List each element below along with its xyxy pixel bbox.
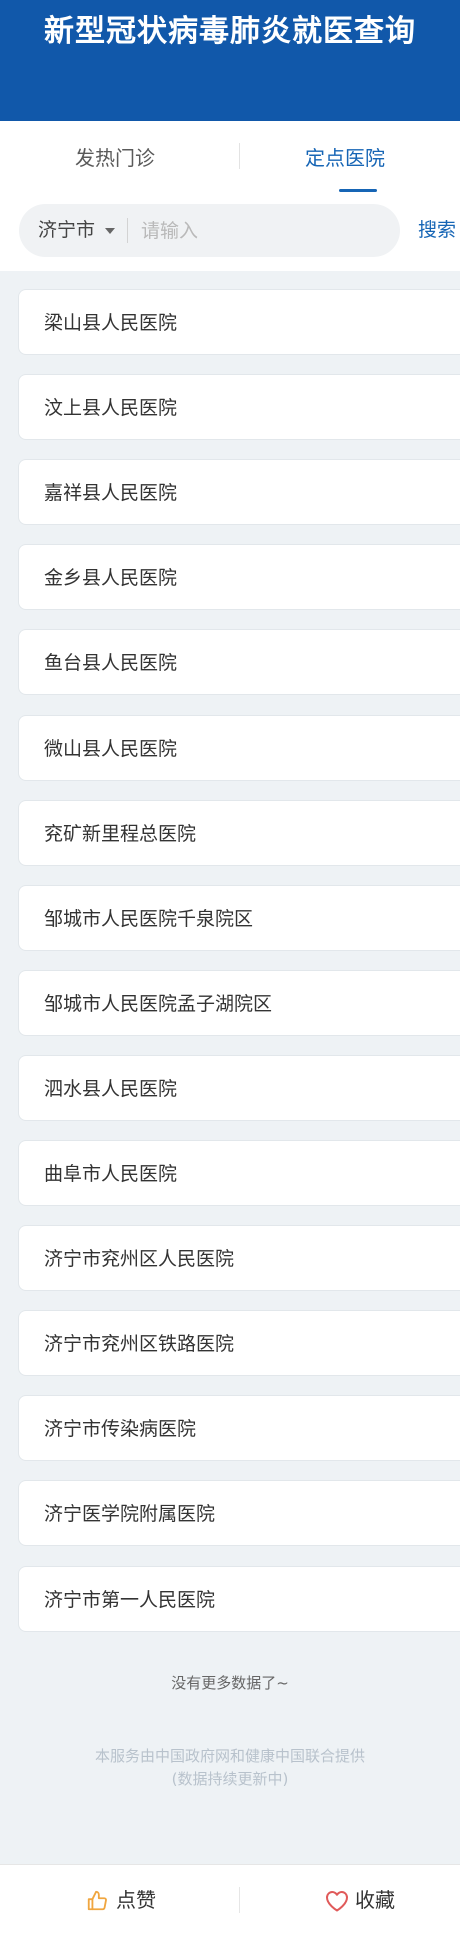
heart-icon	[326, 1891, 348, 1912]
hospital-name: 济宁市传染病医院	[44, 1418, 197, 1440]
hospital-list-item[interactable]: 曲阜市人民医院	[18, 1140, 460, 1206]
hospital-list-item[interactable]: 嘉祥县人民医院	[18, 459, 460, 525]
footer-line-1: 本服务由中国政府网和健康中国联合提供	[94, 1747, 365, 1765]
search-bar: 济宁市 搜索	[0, 199, 460, 271]
tab-bar: 发热门诊 定点医院	[0, 121, 460, 199]
hospital-list-item[interactable]: 邹城市人民医院孟子湖院区	[18, 970, 460, 1036]
hospital-name: 济宁市兖州区铁路医院	[44, 1333, 235, 1355]
footer-line-2: (数据持续更新中)	[171, 1770, 289, 1788]
bottom-bar-divider	[239, 1887, 240, 1913]
hospital-name: 汶上县人民医院	[44, 397, 178, 419]
thumbs-up-icon	[87, 1890, 107, 1911]
favorite-button[interactable]: 收藏	[325, 1865, 395, 1934]
hospital-name: 济宁医学院附属医院	[44, 1503, 216, 1525]
tab-designated-hospital[interactable]: 定点医院	[230, 121, 460, 199]
hospital-list-item[interactable]: 梁山县人民医院	[18, 289, 460, 355]
hospital-name: 兖矿新里程总医院	[44, 823, 197, 845]
hospital-name: 泗水县人民医院	[44, 1078, 178, 1100]
hospital-list-item[interactable]: 汶上县人民医院	[18, 374, 460, 440]
bottom-action-bar: 点赞 收藏	[0, 1864, 460, 1934]
hospital-name: 微山县人民医院	[44, 738, 178, 760]
list-end-text: 没有更多数据了~	[171, 1674, 289, 1692]
hospital-name: 鱼台县人民医院	[44, 652, 178, 674]
hospital-name: 梁山县人民医院	[44, 312, 178, 334]
hospital-name: 邹城市人民医院千泉院区	[44, 908, 254, 930]
search-box: 济宁市	[19, 204, 400, 257]
hospital-list-item[interactable]: 济宁市传染病医院	[18, 1395, 460, 1461]
hospital-name: 曲阜市人民医院	[44, 1163, 178, 1185]
hospital-name: 邹城市人民医院孟子湖院区	[44, 993, 273, 1015]
active-tab-indicator	[339, 189, 377, 192]
like-label: 点赞	[116, 1888, 156, 1912]
favorite-label: 收藏	[355, 1888, 395, 1912]
tab-fever-clinic[interactable]: 发热门诊	[0, 121, 230, 199]
hospital-name: 济宁市兖州区人民医院	[44, 1248, 235, 1270]
hospital-list-item[interactable]: 金乡县人民医院	[18, 544, 460, 610]
hospital-list-item[interactable]: 泗水县人民医院	[18, 1055, 460, 1121]
search-divider	[127, 218, 128, 243]
hospital-list-item[interactable]: 鱼台县人民医院	[18, 629, 460, 695]
caret-down-icon[interactable]	[105, 228, 115, 234]
search-button[interactable]: 搜索	[418, 204, 456, 257]
hospital-list-item[interactable]: 济宁市兖州区铁路医院	[18, 1310, 460, 1376]
hospital-list-item[interactable]: 济宁医学院附属医院	[18, 1480, 460, 1546]
hospital-list-item[interactable]: 微山县人民医院	[18, 715, 460, 781]
hospital-list-item[interactable]: 兖矿新里程总医院	[18, 800, 460, 866]
page: 新型冠状病毒肺炎就医查询 发热门诊 定点医院 济宁市 搜索 梁山县人民医院汶上县…	[0, 0, 460, 1934]
hospital-list-item[interactable]: 济宁市兖州区人民医院	[18, 1225, 460, 1291]
search-input[interactable]	[141, 204, 381, 257]
hospital-name: 济宁市第一人民医院	[44, 1589, 216, 1611]
hospital-list-item[interactable]: 邹城市人民医院千泉院区	[18, 885, 460, 951]
like-button[interactable]: 点赞	[86, 1865, 156, 1934]
hospital-name: 嘉祥县人民医院	[44, 482, 178, 504]
footer-note: 本服务由中国政府网和健康中国联合提供 (数据持续更新中)	[0, 1745, 460, 1791]
page-title: 新型冠状病毒肺炎就医查询	[44, 14, 416, 49]
hospital-list-item[interactable]: 济宁市第一人民医院	[18, 1566, 460, 1632]
city-selector[interactable]: 济宁市	[38, 204, 95, 257]
header-banner: 新型冠状病毒肺炎就医查询	[0, 0, 460, 121]
hospital-name: 金乡县人民医院	[44, 567, 178, 589]
